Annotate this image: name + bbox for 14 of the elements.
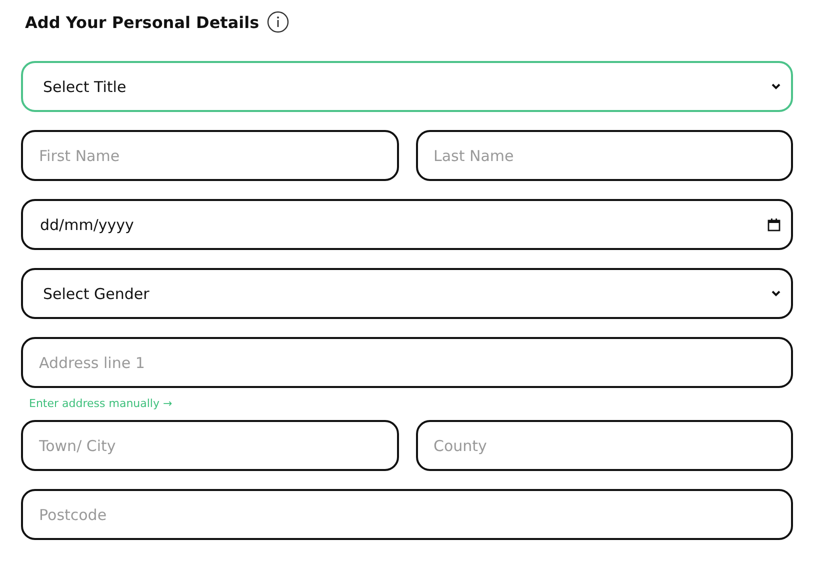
select-field[interactable]: Select Gender <box>21 268 793 319</box>
input-field[interactable]: Town/ City <box>21 420 398 471</box>
input-field[interactable]: County <box>416 420 793 471</box>
calendar-icon[interactable] <box>767 218 781 232</box>
input-field[interactable]: Postcode <box>21 489 793 540</box>
input-field[interactable]: Address line 1 <box>21 337 793 388</box>
chevron-down-icon <box>771 83 781 90</box>
input-field[interactable]: First Name <box>21 130 398 181</box>
info-icon[interactable] <box>267 11 290 33</box>
date-field[interactable]: dd/mm/yyyy <box>21 199 793 250</box>
section-heading: Add Your Personal Details <box>25 12 260 32</box>
chevron-down-icon <box>771 290 781 297</box>
input-field[interactable]: Last Name <box>416 130 793 181</box>
select-field[interactable]: Select Title <box>21 61 793 112</box>
